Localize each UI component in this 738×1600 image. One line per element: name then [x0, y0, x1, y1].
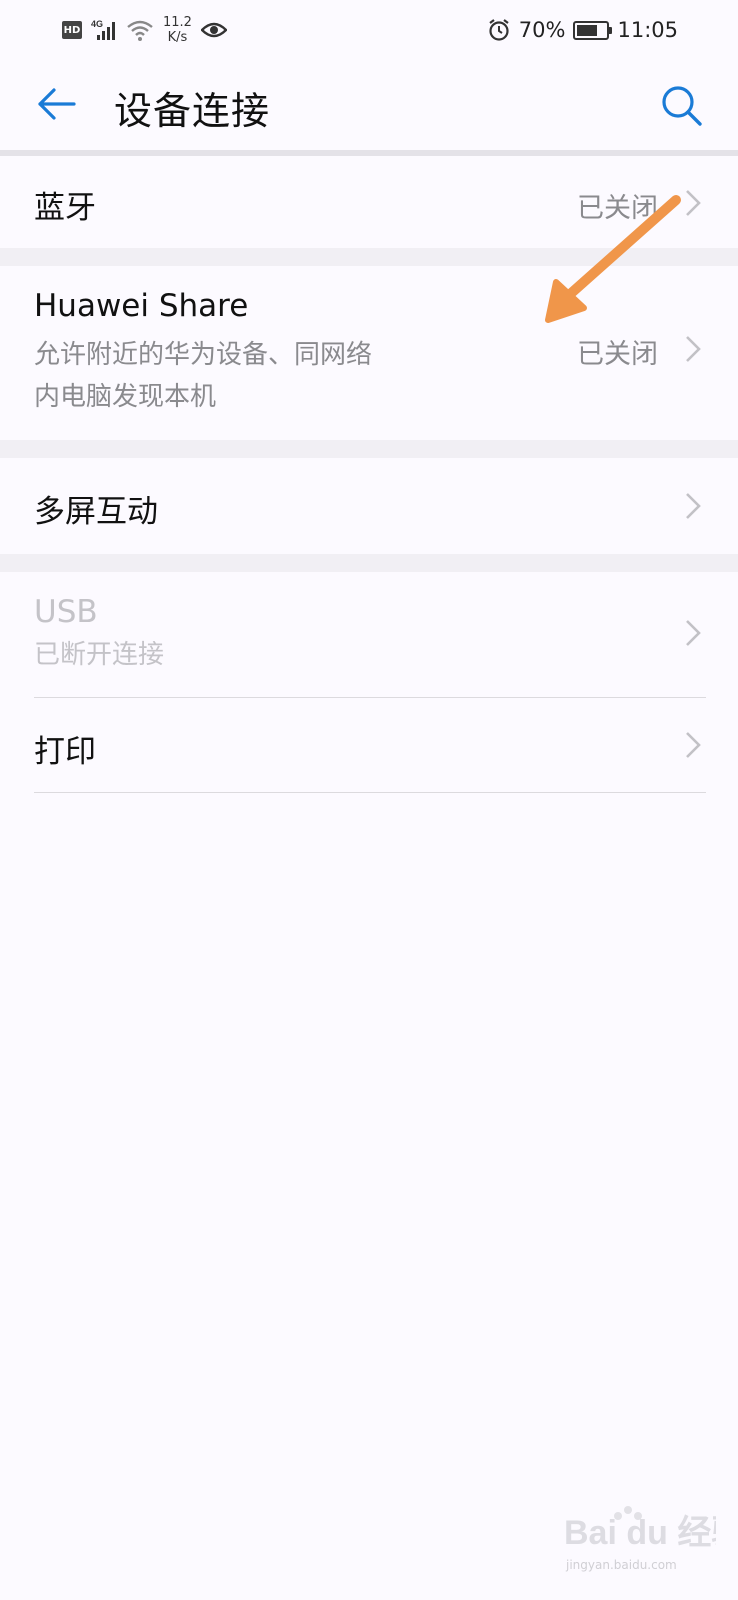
status-bar-left: HD 4G 11.2 K/s [62, 14, 227, 46]
clock: 11:05 [617, 18, 678, 42]
huawei-share-subtitle: 允许附近的华为设备、同网络 内电脑发现本机 [34, 334, 454, 418]
chevron-right-icon [686, 620, 701, 646]
settings-group-bluetooth: 蓝牙 已关闭 [0, 156, 738, 248]
usb-row: USB 已断开连接 [0, 572, 738, 697]
print-row[interactable]: 打印 [0, 698, 738, 792]
row-divider [34, 792, 706, 793]
settings-group-huawei-share: Huawei Share 允许附近的华为设备、同网络 内电脑发现本机 已关闭 [0, 266, 738, 440]
bluetooth-row[interactable]: 蓝牙 已关闭 [0, 156, 738, 248]
huawei-share-subtitle-line2: 内电脑发现本机 [34, 382, 217, 412]
usb-subtitle: 已断开连接 [34, 640, 165, 670]
battery-icon [573, 20, 613, 40]
status-bar-right: 70% 11:05 [487, 14, 678, 46]
back-arrow-icon[interactable] [34, 82, 78, 126]
huawei-share-subtitle-line1: 允许附近的华为设备、同网络 [34, 340, 373, 370]
group-gap [0, 554, 738, 572]
bluetooth-title: 蓝牙 [34, 190, 96, 226]
usb-title: USB [34, 594, 98, 630]
network-type: 4G [91, 19, 103, 29]
network-speed: 11.2 K/s [163, 15, 192, 45]
status-bar: HD 4G 11.2 K/s 70% 11:05 [0, 0, 738, 60]
search-icon[interactable] [658, 82, 704, 128]
huawei-share-title: Huawei Share [34, 288, 249, 324]
settings-group-multiscreen: 多屏互动 [0, 458, 738, 554]
baidu-watermark: Bai du 经验 [564, 1506, 716, 1552]
group-gap [0, 440, 738, 458]
signal-icon: 4G [91, 19, 115, 40]
bluetooth-status: 已关闭 [577, 193, 658, 224]
chevron-right-icon [686, 336, 701, 362]
battery-fill [577, 24, 598, 36]
title-bar: 设备连接 [0, 60, 738, 152]
print-title: 打印 [34, 734, 96, 770]
chevron-right-icon [686, 493, 701, 519]
hd-badge: HD [62, 21, 82, 39]
eye-icon [200, 22, 227, 38]
settings-group-usb-print: USB 已断开连接 打印 [0, 572, 738, 796]
chevron-right-icon [686, 732, 701, 758]
group-gap [0, 248, 738, 266]
huawei-share-row[interactable]: Huawei Share 允许附近的华为设备、同网络 内电脑发现本机 已关闭 [0, 266, 738, 440]
speed-unit: K/s [167, 30, 188, 45]
battery-percent: 70% [518, 18, 566, 42]
alarm-icon [489, 19, 509, 41]
page-title: 设备连接 [114, 89, 271, 133]
speed-value: 11.2 [163, 15, 192, 30]
wifi-icon [127, 20, 153, 41]
huawei-share-status: 已关闭 [577, 339, 658, 370]
multiscreen-row[interactable]: 多屏互动 [0, 458, 738, 554]
chevron-right-icon [686, 190, 701, 216]
multiscreen-title: 多屏互动 [34, 494, 158, 530]
watermark-url: jingyan.baidu.com [566, 1558, 677, 1572]
